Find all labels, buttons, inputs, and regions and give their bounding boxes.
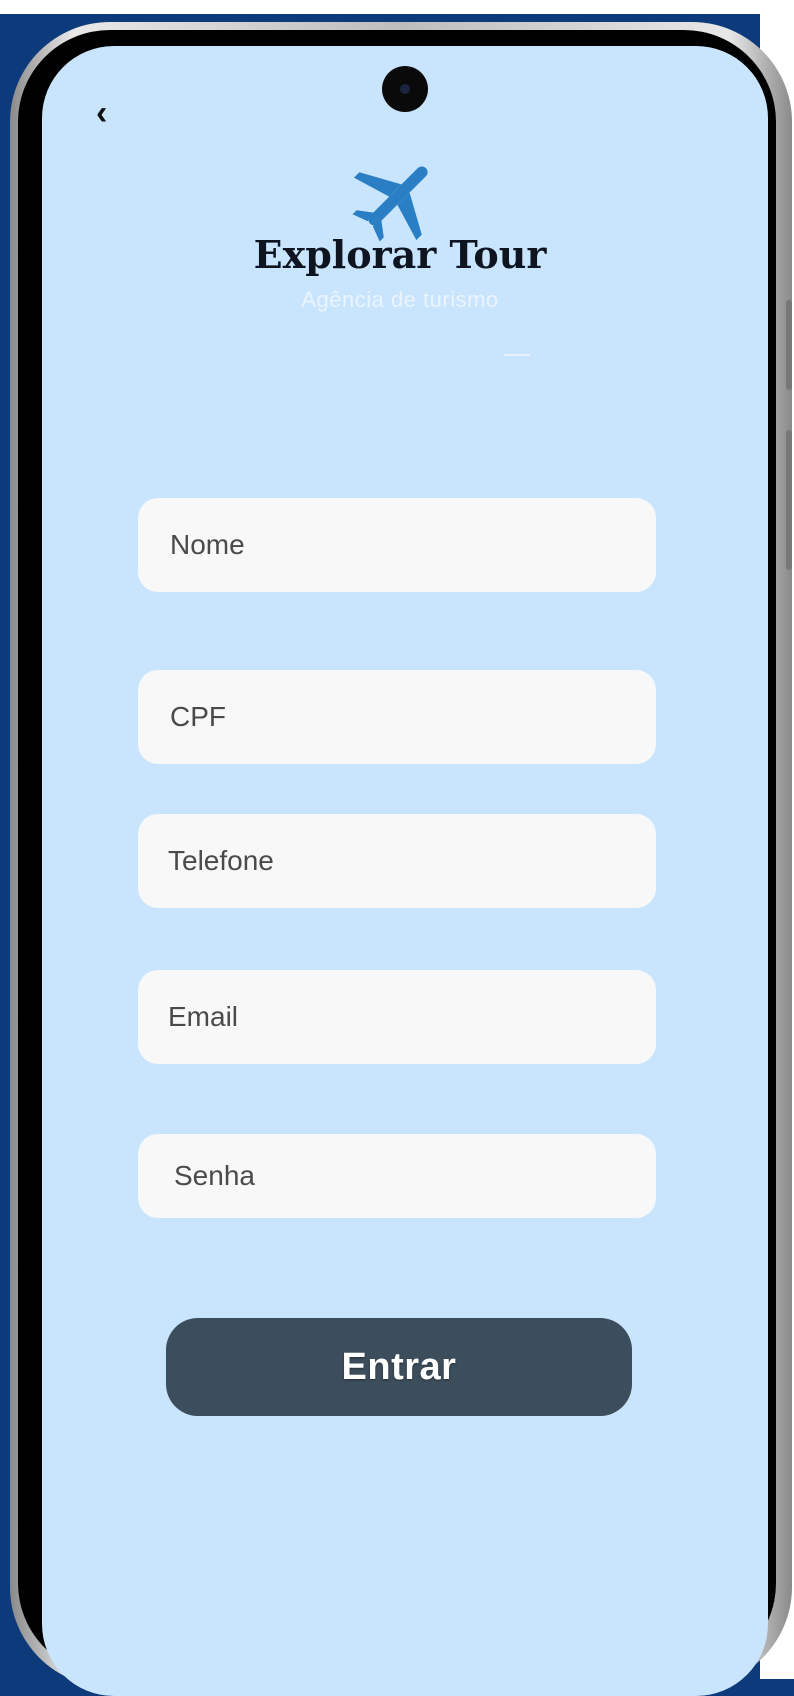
back-button[interactable]: ‹ xyxy=(96,96,120,130)
volume-button xyxy=(786,300,792,390)
cpf-field[interactable] xyxy=(138,670,656,764)
front-camera xyxy=(382,66,428,112)
background-top-strip xyxy=(0,0,794,14)
chevron-left-icon: ‹ xyxy=(96,94,108,132)
brand-title: Explorar Tour xyxy=(253,232,547,277)
password-field[interactable] xyxy=(138,1134,656,1218)
name-field[interactable] xyxy=(138,498,656,592)
divider xyxy=(504,354,530,356)
email-field[interactable] xyxy=(138,970,656,1064)
enter-button[interactable]: Entrar xyxy=(166,1318,632,1416)
phone-field[interactable] xyxy=(138,814,656,908)
brand-subtitle: Agência de turismo xyxy=(301,287,499,312)
power-button xyxy=(786,430,792,570)
